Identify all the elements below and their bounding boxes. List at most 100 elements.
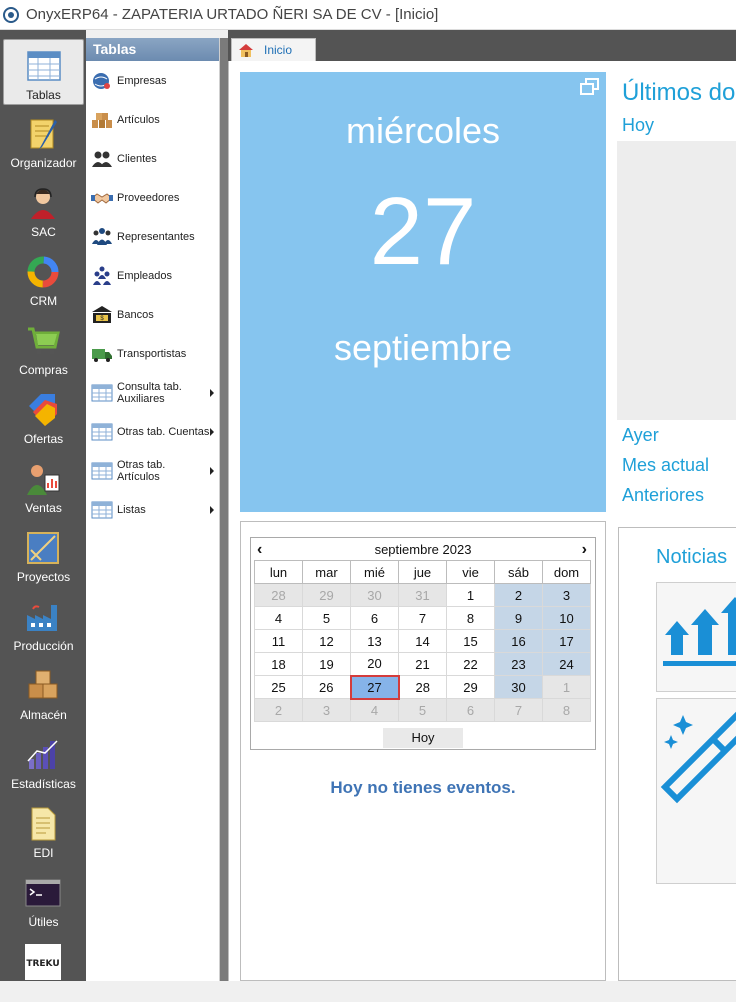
calendar-day-cell[interactable]: 6 [350,606,399,630]
calendar-day-cell[interactable]: 24 [542,652,591,676]
module-utiles[interactable]: Útiles [3,867,84,933]
news-card-magic[interactable] [656,698,736,884]
calendar-day-cell[interactable]: 22 [446,652,495,676]
shopping-cart-icon [28,327,60,355]
calendar-day-cell[interactable]: 29 [446,675,495,699]
recent-link-mes-actual[interactable]: Mes actual [622,455,709,476]
calendar-day-cell[interactable]: 16 [494,629,543,653]
submenu-item-label: Empresas [117,74,167,87]
module-label: CRM [29,294,58,308]
calendar-day-cell[interactable]: 17 [542,629,591,653]
calendar-day-cell[interactable]: 21 [398,652,447,676]
calendar-day-cell[interactable]: 19 [302,652,351,676]
calendar-day-cell[interactable]: 6 [446,698,495,722]
module-sac[interactable]: SAC [3,177,84,243]
module-ventas[interactable]: Ventas [3,453,84,519]
recent-link-hoy[interactable]: Hoy [622,115,654,136]
news-card-growth[interactable] [656,582,736,692]
calendar-day-cell[interactable]: 3 [302,698,351,722]
calendar-day-cell[interactable]: 15 [446,629,495,653]
calendar-day-cell[interactable]: 27 [349,674,400,700]
module-label: Organizador [10,156,77,170]
panel-splitter[interactable] [220,38,228,981]
no-events-message: Hoy no tienes eventos. [330,778,516,797]
submenu-item-empleados[interactable]: Empleados [86,256,220,295]
calendar-day-cell[interactable]: 5 [302,606,351,630]
calendar-day-cell[interactable]: 26 [302,675,351,699]
calendar-day-cell[interactable]: 11 [254,629,303,653]
calendar-day-cell[interactable]: 4 [254,606,303,630]
submenu-item-empresas[interactable]: Empresas [86,61,220,100]
calendar-day-cell[interactable]: 12 [302,629,351,653]
calendar-day-cell[interactable]: 3 [542,583,591,607]
calendar-day-cell[interactable]: 30 [350,583,399,607]
support-agent-icon [31,188,55,219]
treku-logo-icon: TREKU [25,944,61,980]
maximize-icon[interactable] [580,78,600,96]
module-produccion[interactable]: Producción [3,591,84,657]
submenu-item-representantes[interactable]: Representantes [86,217,220,256]
module-edi[interactable]: EDI [3,798,84,864]
calendar-day-cell[interactable]: 13 [350,629,399,653]
calendar-day-cell[interactable]: 18 [254,652,303,676]
calendar-day-cell[interactable]: 25 [254,675,303,699]
tab-inicio[interactable]: Inicio [231,38,316,61]
calendar-day-cell[interactable]: 8 [446,606,495,630]
calendar-day-cell[interactable]: 1 [542,675,591,699]
calendar-day-cell[interactable]: 7 [494,698,543,722]
module-treku[interactable]: TREKU [3,936,84,1002]
calendar-day-cell[interactable]: 23 [494,652,543,676]
factory-icon [27,605,57,631]
module-ofertas[interactable]: Ofertas [3,384,84,450]
module-label: Tablas [26,88,61,102]
calendar-day-cell[interactable]: 28 [254,583,303,607]
calendar-day-cell[interactable]: 2 [494,583,543,607]
salesperson-chart-icon [27,465,60,495]
today-button[interactable]: Hoy [383,728,463,748]
module-compras[interactable]: Compras [3,315,84,381]
submenu-item-clientes[interactable]: Clientes [86,139,220,178]
calendar-day-cell[interactable]: 8 [542,698,591,722]
module-almacen[interactable]: Almacén [3,660,84,726]
module-proyectos[interactable]: Proyectos [3,522,84,588]
module-label: SAC [31,225,56,239]
day-number: 27 [369,178,477,285]
submenu-item-bancos[interactable]: $ Bancos [86,295,220,334]
calendar-day-cell[interactable]: 14 [398,629,447,653]
calendar-day-cell[interactable]: 29 [302,583,351,607]
calendar-day-headers: lun mar mié jue vie sáb dom [254,560,591,584]
news-panel: Noticias [618,527,736,981]
calendar-day-cell[interactable]: 4 [350,698,399,722]
next-month-icon[interactable]: › [582,541,587,559]
submenu-header: Tablas [86,38,219,61]
recent-link-anteriores[interactable]: Anteriores [622,485,704,506]
calendar-day-header: dom [542,560,591,584]
boxes-icon [92,112,112,128]
submenu-item-articulos[interactable]: Artículos [86,100,220,139]
calendar-day-header: jue [398,560,447,584]
calendar-day-cell[interactable]: 30 [494,675,543,699]
module-tablas[interactable]: Tablas [3,39,84,105]
submenu-item-listas[interactable]: Listas [86,490,220,529]
calendar-day-cell[interactable]: 1 [446,583,495,607]
module-crm[interactable]: CRM [3,246,84,312]
tab-strip: Inicio [228,30,736,61]
calendar-day-cell[interactable]: 9 [494,606,543,630]
calendar-day-cell[interactable]: 10 [542,606,591,630]
calendar-day-cell[interactable]: 5 [398,698,447,722]
calendar-day-cell[interactable]: 20 [350,652,399,676]
calendar-day-cell[interactable]: 31 [398,583,447,607]
people-icon [92,151,112,167]
calendar-day-cell[interactable]: 7 [398,606,447,630]
submenu-item-consulta-tab-auxiliares[interactable]: Consulta tab. Auxiliares [86,373,220,412]
calendar-day-cell[interactable]: 2 [254,698,303,722]
bank-icon: $ [92,305,112,323]
module-organizador[interactable]: Organizador [3,108,84,174]
recent-link-ayer[interactable]: Ayer [622,425,659,446]
submenu-item-transportistas[interactable]: Transportistas [86,334,220,373]
submenu-item-otras-tab-cuentas[interactable]: Otras tab. Cuentas [86,412,220,451]
calendar-day-cell[interactable]: 28 [398,675,447,699]
submenu-item-otras-tab-articulos[interactable]: Otras tab. Artículos [86,451,220,490]
module-estadisticas[interactable]: Estadísticas [3,729,84,795]
submenu-item-proveedores[interactable]: Proveedores [86,178,220,217]
